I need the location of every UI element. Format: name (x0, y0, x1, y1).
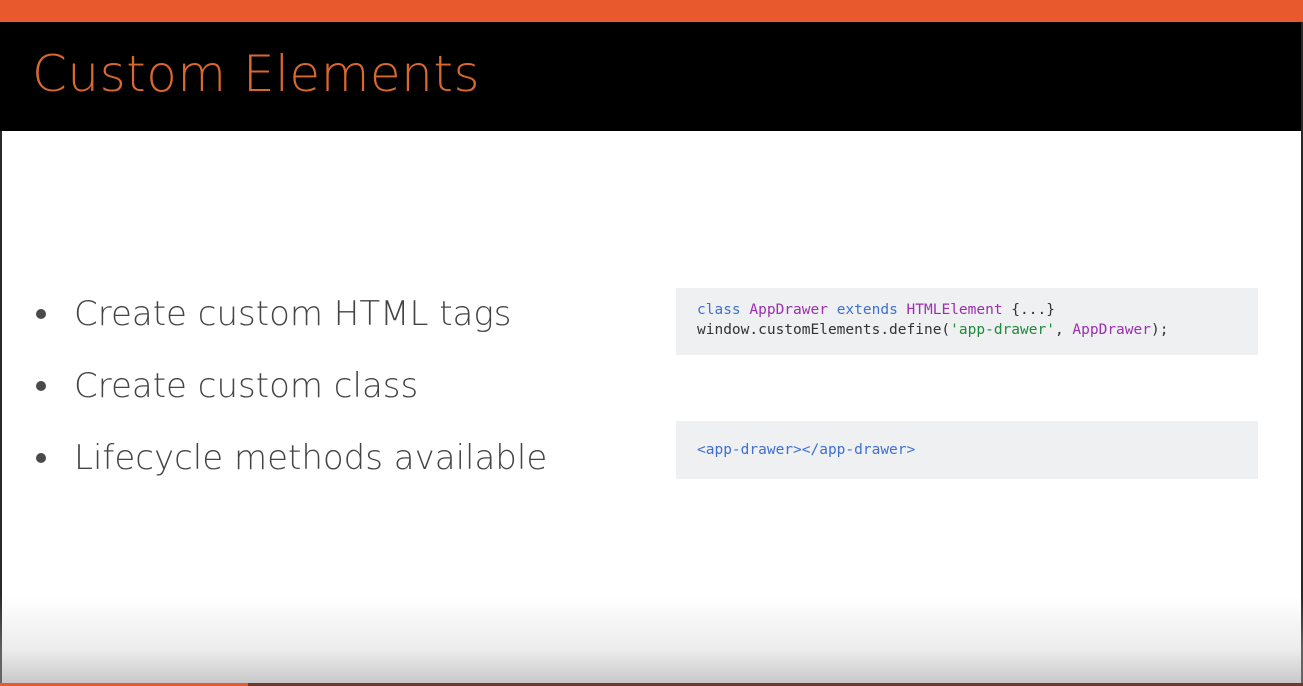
bullet-text: Create custom HTML tags (74, 294, 512, 334)
bullet-item: Lifecycle methods available (36, 422, 547, 494)
bullet-list: Create custom HTML tags Create custom cl… (36, 278, 547, 494)
code-call: window.customElements.define( (697, 322, 951, 338)
code-body: {...} (1002, 302, 1055, 318)
code-keyword: class (697, 302, 741, 318)
slide: Custom Elements Create custom HTML tags … (0, 0, 1303, 686)
code-suffix: ); (1150, 322, 1169, 338)
code-string: 'app-drawer' (950, 322, 1055, 338)
code-class-name: AppDrawer (749, 302, 828, 318)
code-keyword: extends (836, 302, 898, 318)
bullet-dot-icon (36, 309, 46, 319)
video-controls-gradient (0, 596, 1303, 686)
bullet-text: Lifecycle methods available (74, 438, 548, 478)
code-line-1: class AppDrawer extends HTMLElement {...… (697, 300, 1237, 320)
code-block-usage: <app-drawer></app-drawer> (676, 421, 1258, 479)
code-line-2: window.customElements.define('app-drawer… (697, 320, 1237, 340)
bullet-text: Create custom class (74, 366, 419, 406)
bullet-item: Create custom class (36, 350, 547, 422)
slide-title: Custom Elements (32, 45, 481, 103)
code-separator: , (1054, 322, 1073, 338)
code-markup: <app-drawer></app-drawer> (697, 442, 916, 458)
bullet-dot-icon (36, 453, 46, 463)
bullet-item: Create custom HTML tags (36, 278, 547, 350)
code-block-class-definition: class AppDrawer extends HTMLElement {...… (676, 288, 1258, 355)
code-class-arg: AppDrawer (1072, 322, 1151, 338)
code-base-class: HTMLElement (906, 302, 1003, 318)
bullet-dot-icon (36, 381, 46, 391)
title-bar: Custom Elements (0, 22, 1303, 131)
top-accent-bar (0, 0, 1303, 22)
code-line-markup: <app-drawer></app-drawer> (697, 440, 1237, 460)
